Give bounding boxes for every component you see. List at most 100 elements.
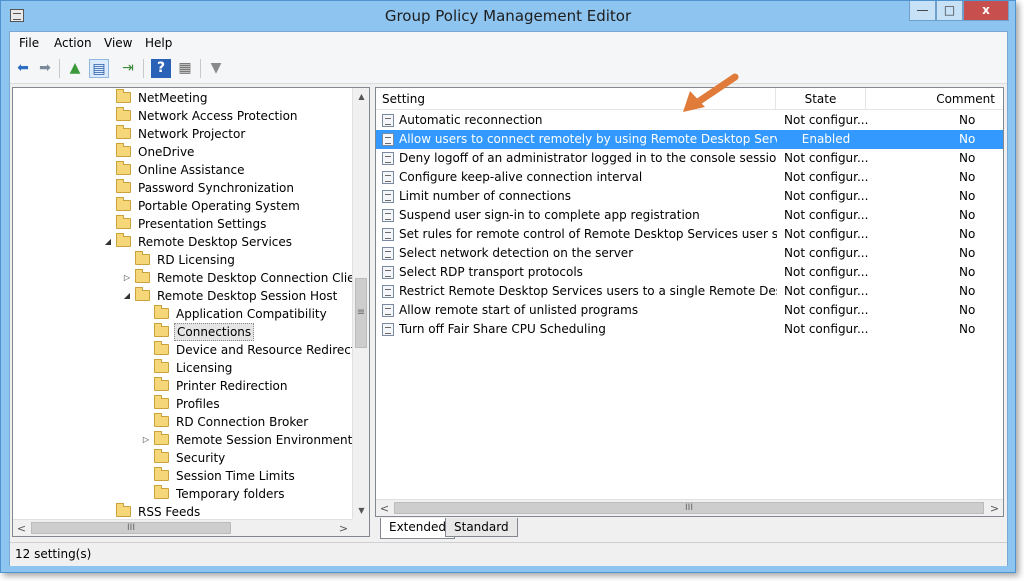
folder-icon (154, 377, 169, 391)
expand-arrow-icon[interactable]: ▷ (123, 269, 131, 287)
setting-state: Not configur... (784, 322, 868, 336)
tree-item-label: Security (176, 451, 226, 465)
maximize-button[interactable]: □ (936, 1, 963, 21)
folder-icon (116, 161, 131, 175)
folder-icon (116, 107, 131, 121)
policy-setting-icon (382, 247, 394, 260)
menu-help[interactable]: Help (145, 35, 172, 51)
scroll-right-arrow-icon[interactable]: > (986, 500, 1003, 516)
show-hide-tree-icon[interactable]: ▤ (89, 59, 109, 78)
scroll-down-arrow-icon[interactable]: ▼ (353, 502, 369, 519)
collapse-arrow-icon[interactable]: ◢ (104, 233, 112, 251)
scroll-thumb[interactable]: III (31, 522, 231, 534)
setting-comment: No (959, 208, 976, 222)
column-header-state[interactable]: State (776, 88, 866, 110)
menu-file[interactable]: File (19, 35, 39, 51)
list-row[interactable]: Set rules for remote control of Remote D… (376, 225, 1003, 244)
column-header-comment[interactable]: Comment (866, 88, 1003, 110)
setting-comment: No (959, 189, 976, 203)
list-row[interactable]: Suspend user sign-in to complete app reg… (376, 206, 1003, 225)
tree-horizontal-scrollbar[interactable]: < III > (13, 519, 352, 536)
up-folder-icon[interactable]: ▲ (65, 59, 85, 78)
folder-icon (154, 359, 169, 373)
setting-comment: No (959, 303, 976, 317)
tree-item-label: OneDrive (138, 145, 195, 159)
main-window: Group Policy Management Editor — □ x Fil… (0, 0, 1016, 573)
setting-name: Configure keep-alive connection interval (399, 170, 643, 184)
setting-state: Not configur... (784, 170, 868, 184)
setting-comment: No (959, 246, 976, 260)
filter-icon[interactable]: ▼ (206, 59, 226, 78)
policy-setting-icon (382, 209, 394, 222)
settings-list[interactable]: Setting State Comment Automatic reconnec… (375, 87, 1004, 517)
setting-state: Not configur... (784, 246, 868, 260)
tree-item-label: Temporary folders (176, 487, 285, 501)
policy-setting-icon (382, 133, 394, 146)
tab-extended[interactable]: Extended (380, 518, 455, 539)
setting-name: Select RDP transport protocols (399, 265, 583, 279)
list-row[interactable]: Turn off Fair Share CPU Scheduling Not co… (376, 320, 1003, 339)
policy-setting-icon (382, 285, 394, 298)
tree-item-label: Portable Operating System (138, 199, 300, 213)
policy-setting-icon (382, 171, 394, 184)
policy-setting-icon (382, 323, 394, 336)
scroll-left-arrow-icon[interactable]: < (376, 500, 393, 516)
list-horizontal-scrollbar[interactable]: < III > (376, 499, 1003, 516)
folder-icon (116, 233, 131, 247)
setting-comment: No (959, 322, 976, 336)
tree-item-label: RD Licensing (157, 253, 235, 267)
forward-arrow-icon[interactable]: ➡ (35, 59, 55, 78)
list-row[interactable]: Deny logoff of an administrator logged i… (376, 149, 1003, 168)
list-header: Setting State Comment (376, 88, 1003, 110)
list-row[interactable]: Select RDP transport protocols Not config… (376, 263, 1003, 282)
tree-item-label: Network Projector (138, 127, 246, 141)
scroll-left-arrow-icon[interactable]: < (13, 520, 30, 536)
properties-icon[interactable]: ▦ (175, 59, 195, 78)
tree-item-label: Remote Session Environment (176, 433, 353, 447)
folder-icon (135, 287, 150, 301)
list-row[interactable]: Limit number of connections Not configur.… (376, 187, 1003, 206)
menu-view[interactable]: View (104, 35, 132, 51)
folder-icon (116, 215, 131, 229)
close-button[interactable]: x (963, 1, 1009, 21)
collapse-arrow-icon[interactable]: ◢ (123, 287, 131, 305)
scroll-right-arrow-icon[interactable]: > (335, 520, 352, 536)
folder-icon (154, 413, 169, 427)
folder-icon (154, 449, 169, 463)
tree-pane[interactable]: NetMeeting Network Access Protection Netwo… (12, 87, 370, 537)
list-row[interactable]: Restrict Remote Desktop Services users t… (376, 282, 1003, 301)
minimize-button[interactable]: — (909, 1, 936, 21)
scroll-up-arrow-icon[interactable]: ▲ (353, 88, 369, 105)
back-arrow-icon[interactable]: ⬅ (13, 59, 33, 78)
status-bar: 12 setting(s) (10, 542, 1007, 566)
setting-name: Turn off Fair Share CPU Scheduling (399, 322, 606, 336)
setting-comment: No (959, 170, 976, 184)
toolbar: ⬅ ➡ ▲ ▤ ⇥ ? ▦ ▼ (10, 54, 1007, 84)
expand-arrow-icon[interactable]: ▷ (142, 431, 150, 449)
setting-state: Not configur... (784, 113, 868, 127)
menu-action[interactable]: Action (54, 35, 92, 51)
help-icon[interactable]: ? (151, 59, 171, 78)
setting-state: Not configur... (784, 189, 868, 203)
tree-item-label: RD Connection Broker (176, 415, 309, 429)
setting-name: Automatic reconnection (399, 113, 543, 127)
tab-standard[interactable]: Standard (445, 518, 518, 537)
setting-state: Not configur... (784, 265, 868, 279)
policy-setting-icon (382, 304, 394, 317)
column-header-setting[interactable]: Setting (376, 88, 776, 110)
scroll-thumb[interactable]: ≡ (355, 278, 367, 348)
toolbar-separator (59, 59, 60, 78)
tree-vertical-scrollbar[interactable]: ▲ ≡ ▼ (352, 88, 369, 519)
setting-state: Not configur... (784, 303, 868, 317)
list-row[interactable]: Allow remote start of unlisted programs N… (376, 301, 1003, 320)
setting-name: Suspend user sign-in to complete app reg… (399, 208, 700, 222)
list-row[interactable]: Allow users to connect remotely by using… (376, 130, 1003, 149)
list-row[interactable]: Select network detection on the server No… (376, 244, 1003, 263)
list-row[interactable]: Automatic reconnection Not configur... No (376, 111, 1003, 130)
export-list-icon[interactable]: ⇥ (118, 59, 138, 78)
folder-icon (116, 179, 131, 193)
toolbar-separator (143, 59, 144, 78)
toolbar-separator (200, 59, 201, 78)
list-row[interactable]: Configure keep-alive connection interval… (376, 168, 1003, 187)
scroll-thumb[interactable]: III (394, 502, 984, 514)
